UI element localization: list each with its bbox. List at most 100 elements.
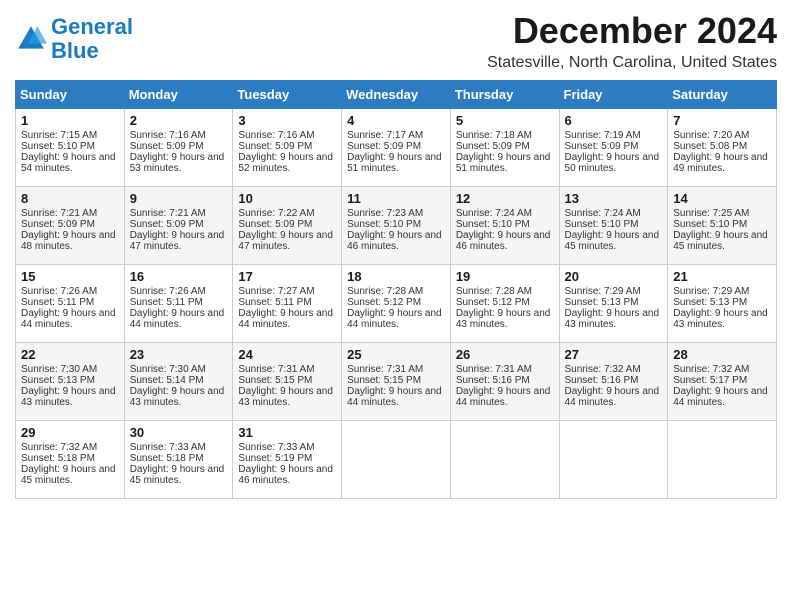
header-tuesday: Tuesday (233, 81, 342, 109)
sunrise-text: Sunrise: 7:21 AM (130, 208, 206, 219)
sunrise-text: Sunrise: 7:28 AM (347, 286, 423, 297)
sunrise-text: Sunrise: 7:16 AM (238, 130, 314, 141)
daylight-text: Daylight: 9 hours and 47 minutes. (130, 230, 225, 252)
daylight-text: Daylight: 9 hours and 48 minutes. (21, 230, 116, 252)
header-saturday: Saturday (668, 81, 777, 109)
calendar-cell: 7Sunrise: 7:20 AMSunset: 5:08 PMDaylight… (668, 109, 777, 187)
sunset-text: Sunset: 5:09 PM (130, 141, 204, 152)
sunrise-text: Sunrise: 7:24 AM (565, 208, 641, 219)
calendar-cell (342, 421, 451, 499)
calendar-cell: 10Sunrise: 7:22 AMSunset: 5:09 PMDayligh… (233, 187, 342, 265)
day-number: 20 (565, 269, 663, 284)
day-number: 19 (456, 269, 554, 284)
calendar-cell: 13Sunrise: 7:24 AMSunset: 5:10 PMDayligh… (559, 187, 668, 265)
day-number: 31 (238, 425, 336, 440)
sunset-text: Sunset: 5:15 PM (347, 375, 421, 386)
day-number: 6 (565, 113, 663, 128)
calendar-cell: 26Sunrise: 7:31 AMSunset: 5:16 PMDayligh… (450, 343, 559, 421)
day-number: 12 (456, 191, 554, 206)
sunset-text: Sunset: 5:09 PM (238, 141, 312, 152)
calendar-cell (559, 421, 668, 499)
daylight-text: Daylight: 9 hours and 43 minutes. (565, 308, 660, 330)
sunset-text: Sunset: 5:09 PM (238, 219, 312, 230)
calendar-cell: 21Sunrise: 7:29 AMSunset: 5:13 PMDayligh… (668, 265, 777, 343)
sunrise-text: Sunrise: 7:24 AM (456, 208, 532, 219)
sunrise-text: Sunrise: 7:31 AM (456, 364, 532, 375)
daylight-text: Daylight: 9 hours and 45 minutes. (673, 230, 768, 252)
daylight-text: Daylight: 9 hours and 45 minutes. (565, 230, 660, 252)
day-number: 28 (673, 347, 771, 362)
sunrise-text: Sunrise: 7:29 AM (565, 286, 641, 297)
sunset-text: Sunset: 5:18 PM (130, 453, 204, 464)
day-number: 1 (21, 113, 119, 128)
day-number: 2 (130, 113, 228, 128)
day-number: 26 (456, 347, 554, 362)
sunset-text: Sunset: 5:09 PM (21, 219, 95, 230)
calendar-cell: 30Sunrise: 7:33 AMSunset: 5:18 PMDayligh… (124, 421, 233, 499)
logo-text: General Blue (51, 15, 133, 63)
day-number: 8 (21, 191, 119, 206)
week-row-4: 22 Sunrise: 7:30 AM Sunset: 5:13 PMDayligh… (16, 343, 777, 421)
daylight-text: Daylight: 9 hours and 49 minutes. (673, 152, 768, 174)
sunset-text: Sunset: 5:11 PM (130, 297, 203, 308)
sunset-text: Sunset: 5:17 PM (673, 375, 747, 386)
daylight-text: Daylight: 9 hours and 47 minutes. (238, 230, 333, 252)
daylight-text: Daylight: 9 hours and 51 minutes. (347, 152, 442, 174)
sunrise-text: Sunrise: 7:28 AM (456, 286, 532, 297)
header-friday: Friday (559, 81, 668, 109)
sunrise-text: Sunrise: 7:16 AM (130, 130, 206, 141)
daylight-text: Daylight: 9 hours and 43 minutes. (456, 308, 551, 330)
sunrise-text: Sunrise: 7:30 AM (130, 364, 206, 375)
daylight-text: Daylight: 9 hours and 53 minutes. (130, 152, 225, 174)
day-number: 13 (565, 191, 663, 206)
day-number: 11 (347, 191, 445, 206)
daylight-text: Daylight: 9 hours and 44 minutes. (238, 308, 333, 330)
day-number: 21 (673, 269, 771, 284)
sunrise-text: Sunrise: 7:18 AM (456, 130, 532, 141)
daylight-text: Daylight: 9 hours and 50 minutes. (565, 152, 660, 174)
day-number: 7 (673, 113, 771, 128)
day-number: 16 (130, 269, 228, 284)
calendar-cell: 29Sunrise: 7:32 AMSunset: 5:18 PMDayligh… (16, 421, 125, 499)
sunset-text: Sunset: 5:15 PM (238, 375, 312, 386)
daylight-text: Daylight: 9 hours and 43 minutes. (21, 386, 116, 408)
sunrise-text: Sunrise: 7:17 AM (347, 130, 423, 141)
sunset-text: Sunset: 5:11 PM (238, 297, 311, 308)
sunset-text: Sunset: 5:13 PM (565, 297, 639, 308)
calendar-cell: 6 Sunrise: 7:19 AMSunset: 5:09 PMDaylight… (559, 109, 668, 187)
logo: General Blue (15, 10, 133, 63)
sunrise-text: Sunrise: 7:32 AM (673, 364, 749, 375)
sunset-text: Sunset: 5:16 PM (565, 375, 639, 386)
calendar-cell: 18Sunrise: 7:28 AMSunset: 5:12 PMDayligh… (342, 265, 451, 343)
sunset-text: Sunset: 5:19 PM (238, 453, 312, 464)
sunrise-text: Sunrise: 7:25 AM (673, 208, 749, 219)
header-sunday: Sunday (16, 81, 125, 109)
sunset-text: Sunset: 5:13 PM (21, 375, 95, 386)
calendar-cell: 31Sunrise: 7:33 AMSunset: 5:19 PMDayligh… (233, 421, 342, 499)
calendar-cell: 12Sunrise: 7:24 AMSunset: 5:10 PMDayligh… (450, 187, 559, 265)
sunrise-text: Sunrise: 7:31 AM (238, 364, 314, 375)
page-header: General Blue December 2024 Statesville, … (15, 10, 777, 72)
calendar-cell: 14Sunrise: 7:25 AMSunset: 5:10 PMDayligh… (668, 187, 777, 265)
sunrise-text: Sunrise: 7:15 AM (21, 130, 97, 141)
week-row-5: 29Sunrise: 7:32 AMSunset: 5:18 PMDayligh… (16, 421, 777, 499)
header-row: SundayMondayTuesdayWednesdayThursdayFrid… (16, 81, 777, 109)
sunset-text: Sunset: 5:09 PM (565, 141, 639, 152)
title-area: December 2024 Statesville, North Carolin… (487, 10, 777, 72)
sunrise-text: Sunrise: 7:26 AM (21, 286, 97, 297)
sunset-text: Sunset: 5:10 PM (21, 141, 95, 152)
sunrise-text: Sunrise: 7:19 AM (565, 130, 641, 141)
day-number: 22 (21, 347, 119, 362)
sunset-text: Sunset: 5:10 PM (673, 219, 747, 230)
sunrise-text: Sunrise: 7:27 AM (238, 286, 314, 297)
calendar-cell: 11Sunrise: 7:23 AMSunset: 5:10 PMDayligh… (342, 187, 451, 265)
week-row-1: 1 Sunrise: 7:15 AMSunset: 5:10 PM Daylight… (16, 109, 777, 187)
day-number: 24 (238, 347, 336, 362)
daylight-text: Daylight: 9 hours and 45 minutes. (21, 464, 116, 486)
day-number: 27 (565, 347, 663, 362)
daylight-text: Daylight: 9 hours and 46 minutes. (347, 230, 442, 252)
sunrise-text: Sunrise: 7:22 AM (238, 208, 314, 219)
day-number: 4 (347, 113, 445, 128)
daylight-text: Daylight: 9 hours and 44 minutes. (130, 308, 225, 330)
calendar-cell: 22Sunrise: 7:30 AMSunset: 5:13 PMDayligh… (16, 343, 125, 421)
